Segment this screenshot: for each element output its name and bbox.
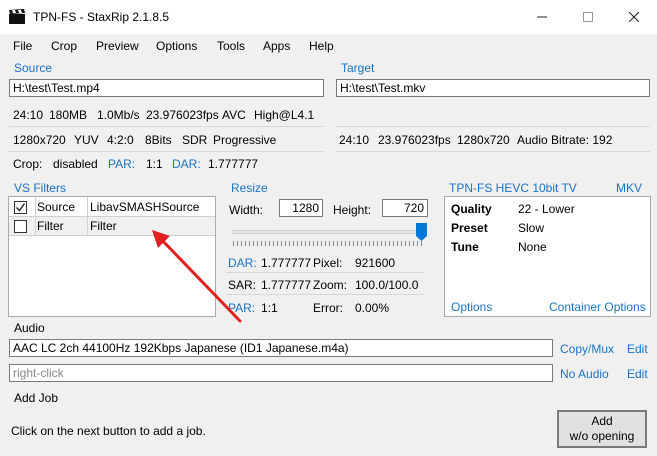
target-group-label[interactable]: Target <box>341 61 374 75</box>
zoom-label: Zoom: <box>313 278 348 292</box>
menu-help[interactable]: Help <box>309 39 334 53</box>
close-button[interactable] <box>611 0 657 34</box>
source-profile: High@L4.1 <box>254 108 315 122</box>
preset-key: Preset <box>451 221 488 235</box>
tune-key: Tune <box>451 240 479 254</box>
source-separator <box>9 126 324 127</box>
menu-tools[interactable]: Tools <box>217 39 245 53</box>
filter-filter-value[interactable]: Filter <box>90 219 117 233</box>
menu-preview[interactable]: Preview <box>96 39 139 53</box>
source-chroma: 4:2:0 <box>107 133 134 147</box>
menu-options[interactable]: Options <box>156 39 197 53</box>
error-label: Error: <box>313 301 343 315</box>
pixel-value: 921600 <box>355 256 396 270</box>
audio-track2-mode-link[interactable]: No Audio <box>560 367 609 381</box>
checkmark-icon <box>16 203 26 212</box>
add-job-group-label: Add Job <box>14 391 59 405</box>
audio-track1-edit-link[interactable]: Edit <box>627 342 648 356</box>
minimize-icon <box>537 16 547 18</box>
add-job-button[interactable]: Add w/o opening <box>557 410 647 448</box>
target-separator <box>336 126 650 127</box>
filters-group-label[interactable]: VS Filters <box>14 181 66 195</box>
quality-value[interactable]: 22 - Lower <box>518 202 575 216</box>
target-duration: 24:10 <box>339 133 370 147</box>
source-separator <box>9 151 324 152</box>
quality-key: Quality <box>451 202 492 216</box>
target-path-field[interactable]: H:\test\Test.mkv <box>336 79 650 97</box>
height-label: Height: <box>333 203 372 217</box>
height-field[interactable]: 720 <box>382 199 428 217</box>
minimize-button[interactable] <box>519 0 565 34</box>
source-par-value: 1:1 <box>146 157 163 171</box>
menu-file[interactable]: File <box>13 39 32 53</box>
tune-value[interactable]: None <box>518 240 547 254</box>
source-bitdepth: 8Bits <box>145 133 172 147</box>
source-fps: 23.976023fps <box>146 108 219 122</box>
source-codec: AVC <box>222 108 246 122</box>
maximize-icon <box>583 12 593 22</box>
resize-group-label[interactable]: Resize <box>231 181 268 195</box>
crop-value: disabled <box>53 157 98 171</box>
audio-group-label: Audio <box>14 321 45 335</box>
source-resolution: 1280x720 <box>13 133 66 147</box>
width-label: Width: <box>229 203 264 217</box>
source-group-label[interactable]: Source <box>14 61 52 75</box>
target-resolution: 1280x720 <box>457 133 510 147</box>
add-job-button-line2: w/o opening <box>569 429 635 443</box>
resize-par-value: 1:1 <box>261 301 278 315</box>
source-duration: 24:10 <box>13 108 44 122</box>
preset-value[interactable]: Slow <box>518 221 544 235</box>
source-size: 180MB <box>49 108 88 122</box>
audio-track1-mode-link[interactable]: Copy/Mux <box>560 342 614 356</box>
resize-slider-thumb[interactable] <box>416 223 427 241</box>
sar-value: 1.777777 <box>261 278 312 292</box>
source-bitrate: 1.0Mb/s <box>97 108 140 122</box>
target-separator <box>336 151 650 152</box>
audio-track1-field[interactable]: AAC LC 2ch 44100Hz 192Kbps Japanese (ID1… <box>9 339 553 357</box>
menu-bar: File Crop Preview Options Tools Apps Hel… <box>0 34 657 58</box>
source-par-label[interactable]: PAR: <box>108 157 135 171</box>
filter-filter-name[interactable]: Filter <box>37 219 64 233</box>
resize-slider-track[interactable] <box>233 230 423 234</box>
encoder-options-link[interactable]: Options <box>451 300 492 314</box>
source-scan-type: Progressive <box>213 133 277 147</box>
container-label[interactable]: MKV <box>616 181 642 195</box>
filter-source-checkbox[interactable] <box>14 201 27 214</box>
resize-slider-ticks <box>233 241 423 246</box>
window-title: TPN-FS - StaxRip 2.1.8.5 <box>33 10 170 24</box>
source-colorspace: YUV <box>74 133 99 147</box>
add-job-button-line1: Add <box>591 414 613 428</box>
source-path-field[interactable]: H:\test\Test.mp4 <box>9 79 324 97</box>
menu-apps[interactable]: Apps <box>263 39 290 53</box>
source-dar-value: 1.777777 <box>208 157 259 171</box>
filter-filter-checkbox[interactable] <box>14 220 27 233</box>
clapperboard-icon <box>9 9 25 24</box>
container-options-link[interactable]: Container Options <box>549 300 646 314</box>
encoder-panel: Quality 22 - Lower Preset Slow Tune None… <box>444 196 651 317</box>
close-icon <box>629 12 639 22</box>
width-field[interactable]: 1280 <box>279 199 323 217</box>
pixel-label: Pixel: <box>313 256 343 270</box>
resize-dar-value: 1.777777 <box>261 256 312 270</box>
target-audio-bitrate: Audio Bitrate: 192 <box>517 133 613 147</box>
encoder-profile-label[interactable]: TPN-FS HEVC 10bit TV <box>449 181 577 195</box>
maximize-button[interactable] <box>565 0 611 34</box>
menu-crop[interactable]: Crop <box>51 39 77 53</box>
filter-source-value[interactable]: LibavSMASHSource <box>90 200 199 214</box>
source-dar-label[interactable]: DAR: <box>172 157 201 171</box>
filter-source-name[interactable]: Source <box>37 200 75 214</box>
zoom-value: 100.0/100.0 <box>355 278 419 292</box>
target-fps: 23.976023fps <box>378 133 451 147</box>
error-value: 0.00% <box>355 301 390 315</box>
crop-label: Crop: <box>13 157 43 171</box>
add-job-hint: Click on the next button to add a job. <box>11 424 206 438</box>
audio-track2-edit-link[interactable]: Edit <box>627 367 648 381</box>
source-dynamic-range: SDR <box>182 133 208 147</box>
audio-track2-field[interactable]: right-click <box>9 364 553 382</box>
title-bar: TPN-FS - StaxRip 2.1.8.5 <box>0 0 657 34</box>
annotation-arrow-icon <box>152 230 242 323</box>
